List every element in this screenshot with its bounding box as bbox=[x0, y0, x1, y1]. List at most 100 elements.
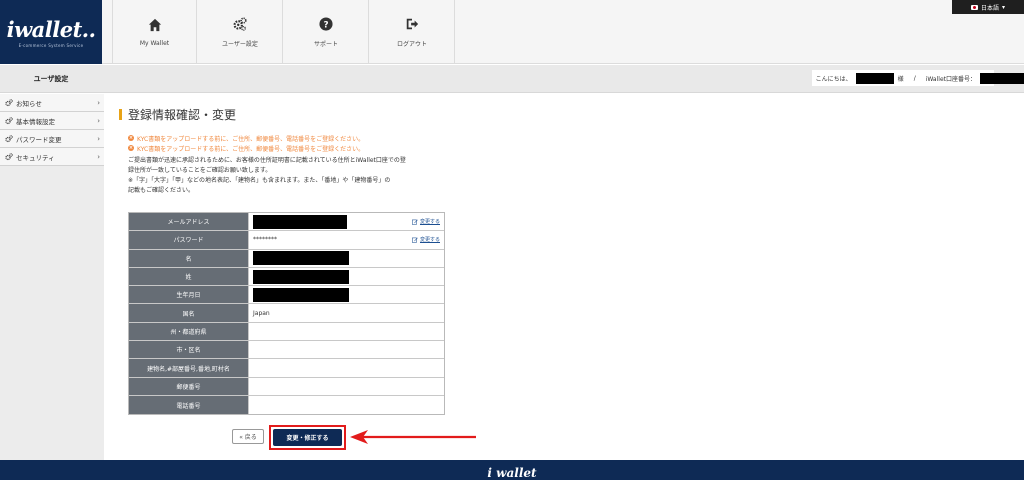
gears-icon bbox=[233, 16, 247, 31]
nav-item-support[interactable]: ? サポート bbox=[284, 0, 369, 64]
kyc-notices: × KYC書類をアップロードする前に、ご住所、郵便番号、電話番号をご登録ください… bbox=[128, 133, 364, 153]
gears-icon bbox=[5, 116, 13, 124]
row-value bbox=[249, 341, 444, 359]
redacted-account-number bbox=[980, 72, 1024, 84]
redacted-birthdate bbox=[253, 287, 349, 302]
edit-link-label: 変更する bbox=[419, 237, 440, 244]
sidebar-item-password[interactable]: パスワード変更 › bbox=[0, 130, 104, 148]
sidebar-item-label: セキュリティ bbox=[16, 153, 55, 162]
nav-label: My Wallet bbox=[139, 39, 170, 47]
row-label: 郵便番号 bbox=[129, 377, 249, 395]
row-label: 州・都道府県 bbox=[129, 322, 249, 341]
row-label: 名 bbox=[129, 249, 249, 267]
sidebar-item-basic-info[interactable]: 基本情報設定 › bbox=[0, 112, 104, 130]
redacted-email bbox=[253, 214, 347, 229]
table-row-phone: 電話番号 bbox=[129, 395, 444, 415]
row-label: メールアドレス bbox=[129, 213, 249, 231]
gears-icon bbox=[5, 134, 13, 142]
row-label: 生年月日 bbox=[129, 286, 249, 304]
instruction-line: 録住所が一致していることをご確認お願い致します。 bbox=[128, 167, 272, 174]
row-value bbox=[249, 249, 444, 267]
table-row-country: 国名 Japan bbox=[129, 304, 444, 323]
svg-text:?: ? bbox=[323, 20, 328, 30]
sidebar-item-label: 基本情報設定 bbox=[16, 117, 55, 126]
table-row-first-name: 名 bbox=[129, 249, 444, 268]
kyc-notice: × KYC書類をアップロードする前に、ご住所、郵便番号、電話番号をご登録ください… bbox=[128, 143, 364, 153]
address-instructions: ご提出書類が迅速に承認されるために、お客様の住所証明書に記載されている住所とiW… bbox=[128, 156, 448, 196]
sidebar: お知らせ › 基本情報設定 › パスワード変更 › セキュリティ › bbox=[0, 94, 104, 460]
row-label: 市・区名 bbox=[129, 341, 249, 359]
redacted-username bbox=[855, 72, 894, 84]
sidebar-item-label: パスワード変更 bbox=[16, 135, 62, 144]
row-value bbox=[249, 395, 444, 415]
close-circle-icon: × bbox=[128, 135, 134, 141]
nav-item-my-wallet[interactable]: My Wallet bbox=[112, 0, 197, 64]
table-row-postal-code: 郵便番号 bbox=[129, 377, 444, 396]
row-value bbox=[249, 267, 444, 286]
row-value: ******** 変更する bbox=[249, 231, 444, 249]
row-label: 電話番号 bbox=[129, 395, 249, 415]
user-greeting: こんにちは、 様 / iWallet口座番号： bbox=[811, 70, 1024, 86]
notice-text: KYC書類をアップロードする前に、ご住所、郵便番号、電話番号をご登録ください。 bbox=[137, 145, 365, 153]
nav-item-logout[interactable]: ログアウト bbox=[370, 0, 455, 64]
redacted-first-name bbox=[253, 251, 349, 266]
table-row-city: 市・区名 bbox=[129, 341, 444, 360]
table-row-password: パスワード ******** 変更する bbox=[129, 231, 444, 250]
sub-header-bar: ユーザ設定 こんにちは、 様 / iWallet口座番号： bbox=[0, 65, 1024, 93]
back-button[interactable]: « 戻る bbox=[232, 429, 264, 444]
logo-tagline: E-commerce System Service bbox=[18, 42, 84, 48]
logout-icon bbox=[406, 18, 419, 29]
row-value bbox=[249, 286, 444, 304]
row-value: 変更する bbox=[249, 213, 444, 231]
nav-label: サポート bbox=[313, 40, 338, 48]
question-icon: ? bbox=[319, 16, 333, 31]
greeting-prefix: こんにちは、 bbox=[815, 75, 852, 83]
row-value bbox=[249, 359, 444, 377]
edit-icon bbox=[412, 237, 418, 243]
sidebar-item-security[interactable]: セキュリティ › bbox=[0, 148, 104, 166]
japan-flag-icon bbox=[970, 4, 978, 10]
submit-change-button[interactable]: 変更・修正する bbox=[273, 429, 342, 446]
password-value: ******** bbox=[253, 236, 277, 244]
row-value bbox=[249, 322, 444, 341]
language-selector[interactable]: 日本語 ▾ bbox=[952, 0, 1024, 14]
red-arrow-icon bbox=[350, 430, 476, 444]
close-circle-icon: × bbox=[128, 145, 134, 151]
brand-logo[interactable]: iwallet.. E-commerce System Service bbox=[0, 0, 102, 64]
row-label: 建物名,#部屋番号,番地,町村名 bbox=[129, 359, 249, 377]
instruction-line: 記載もご確認ください。 bbox=[128, 187, 195, 194]
chevron-right-icon: › bbox=[97, 152, 100, 161]
page-title: 登録情報確認・変更 bbox=[119, 106, 236, 123]
section-title: ユーザ設定 bbox=[33, 75, 69, 83]
table-row-prefecture: 州・都道府県 bbox=[129, 322, 444, 342]
edit-icon bbox=[412, 219, 418, 225]
chevron-right-icon: › bbox=[97, 98, 100, 107]
instruction-line: ご提出書類が迅速に承認されるために、お客様の住所証明書に記載されている住所とiW… bbox=[128, 157, 406, 164]
language-label: 日本語 bbox=[980, 4, 999, 12]
logo-wordmark: iwallet.. bbox=[6, 16, 96, 42]
footer-logo: i wallet bbox=[487, 466, 537, 480]
chevron-right-icon: › bbox=[97, 116, 100, 125]
row-label: パスワード bbox=[129, 231, 249, 249]
edit-email-link[interactable]: 変更する bbox=[412, 218, 440, 225]
nav-item-user-settings[interactable]: ユーザー設定 bbox=[198, 0, 283, 64]
table-row-address: 建物名,#部屋番号,番地,町村名 bbox=[129, 359, 444, 378]
notice-text: KYC書類をアップロードする前に、ご住所、郵便番号、電話番号をご登録ください。 bbox=[137, 135, 365, 143]
table-row-birthdate: 生年月日 bbox=[129, 286, 444, 305]
caret-down-icon: ▾ bbox=[1002, 3, 1006, 11]
kyc-notice: × KYC書類をアップロードする前に、ご住所、郵便番号、電話番号をご登録ください… bbox=[128, 133, 364, 143]
greeting-suffix: 様 bbox=[897, 75, 904, 83]
registration-info-table: メールアドレス 変更する パスワード ******** 変更する 名 姓 生年月… bbox=[128, 212, 445, 416]
home-icon bbox=[148, 18, 161, 31]
row-value bbox=[249, 377, 444, 395]
edit-password-link[interactable]: 変更する bbox=[412, 236, 440, 243]
sidebar-item-label: お知らせ bbox=[16, 99, 42, 108]
table-row-last-name: 姓 bbox=[129, 267, 444, 287]
sidebar-item-notices[interactable]: お知らせ › bbox=[0, 94, 104, 112]
instruction-line: ※「字」「大字」「甲」などの地名表記、「建物名」も含まれます。また、「番地」や「… bbox=[128, 177, 391, 184]
chevron-right-icon: › bbox=[97, 134, 100, 143]
table-row-email: メールアドレス 変更する bbox=[129, 213, 444, 232]
row-label: 国名 bbox=[129, 304, 249, 322]
greeting-separator: / bbox=[913, 74, 916, 82]
gears-icon bbox=[5, 98, 13, 106]
